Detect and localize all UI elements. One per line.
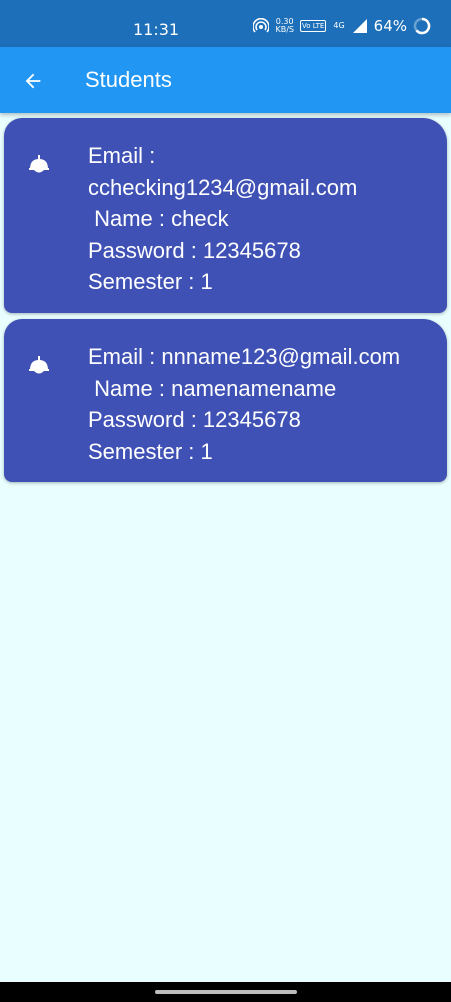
email-label: Email : — [88, 143, 156, 168]
battery-ring-icon — [413, 17, 431, 35]
home-indicator[interactable] — [155, 990, 297, 994]
volte-badge: Vo LTE — [299, 20, 327, 32]
hotspot-icon — [253, 18, 270, 33]
page-title: Students — [85, 67, 172, 92]
navigation-bar — [0, 982, 451, 1002]
battery-percent: 64% — [373, 17, 407, 35]
bell-icon — [29, 356, 49, 374]
student-card[interactable]: Email : nnname123@gmail.com Name : namen… — [4, 319, 447, 482]
status-time: 11:31 — [133, 20, 180, 39]
password-line: Password : 12345678 — [88, 407, 301, 432]
email-line: Email : nnname123@gmail.com — [88, 344, 401, 369]
email-value: cchecking1234@gmail.com — [88, 174, 358, 200]
net-speed-unit: KB/S — [275, 25, 294, 34]
semester-line: Semester : 1 — [88, 438, 213, 464]
net-speed: 0.30 KB/S — [275, 18, 294, 34]
name-line: Name : check — [88, 206, 229, 231]
student-card[interactable]: Email : cchecking1234@gmail.com Name : c… — [4, 118, 447, 313]
student-details: Email : nnname123@gmail.com Name : namen… — [88, 341, 438, 467]
arrow-left-icon — [25, 73, 41, 89]
name-line: Name : namenamename — [88, 375, 337, 401]
signal-icon — [352, 19, 367, 33]
status-icons: 0.30 KB/S Vo LTE 4G 64% — [253, 17, 431, 35]
status-bar: 11:31 0.30 KB/S Vo LTE 4G 64% — [0, 0, 451, 47]
network-type: 4G — [333, 21, 345, 30]
bell-icon — [29, 155, 49, 173]
back-button[interactable] — [18, 66, 48, 96]
password-line: Password : 12345678 — [88, 237, 301, 263]
app-bar: Students — [0, 47, 451, 113]
semester-line: Semester : 1 — [88, 269, 213, 294]
student-details: Email : cchecking1234@gmail.com Name : c… — [88, 140, 438, 298]
